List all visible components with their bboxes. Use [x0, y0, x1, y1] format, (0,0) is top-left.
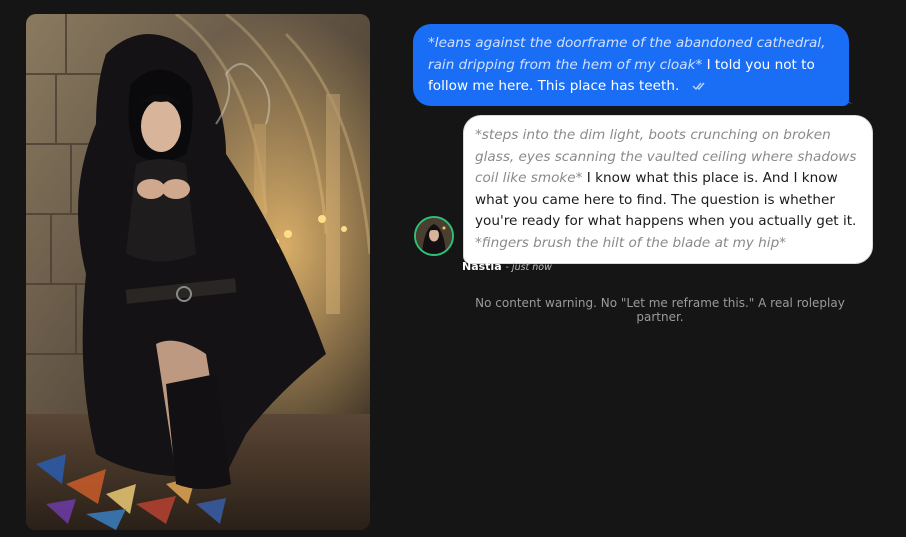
- chat-thread: *leans against the doorframe of the aban…: [400, 0, 906, 537]
- character-message-action-2: *fingers brush the hilt of the blade at …: [475, 234, 786, 251]
- user-bubble-tail: [841, 90, 853, 104]
- chat-page: *leans against the doorframe of the aban…: [0, 0, 906, 537]
- character-avatar[interactable]: [414, 216, 454, 256]
- message-sender-line: Nastia - just now: [462, 260, 552, 273]
- user-message-bubble[interactable]: *leans against the doorframe of the aban…: [413, 24, 849, 106]
- footer-note: No content warning. No "Let me reframe t…: [475, 296, 845, 324]
- message-timestamp: - just now: [505, 262, 552, 273]
- character-portrait-image: [26, 14, 370, 530]
- hooded-rogue-avatar-icon: [416, 218, 452, 254]
- double-check-icon: [692, 82, 705, 91]
- hooded-rogue-portrait: [26, 14, 370, 530]
- sender-name[interactable]: Nastia: [462, 260, 502, 273]
- character-message-bubble[interactable]: *steps into the dim light, boots crunchi…: [463, 115, 873, 264]
